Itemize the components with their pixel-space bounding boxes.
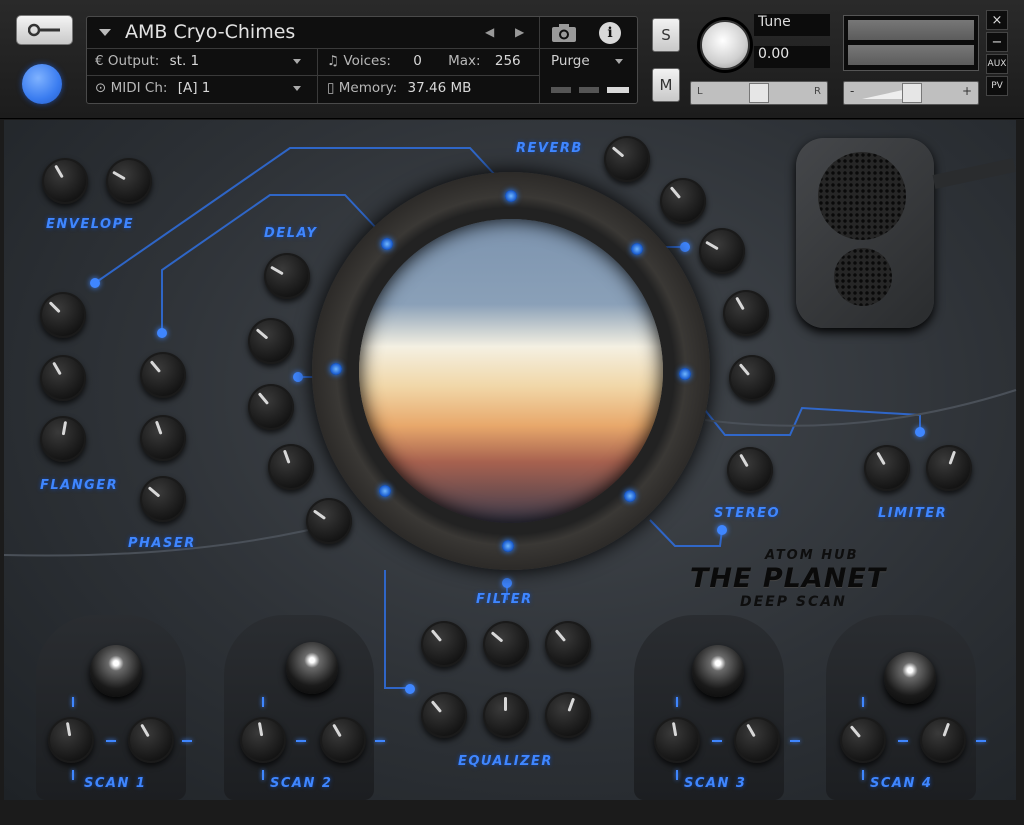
porthole-rivet	[679, 368, 691, 380]
connector-dot	[717, 525, 727, 535]
scan-tick	[72, 770, 74, 780]
limiter-knob-1[interactable]	[864, 445, 910, 491]
porthole-display	[312, 172, 710, 570]
connector-dot	[680, 242, 690, 252]
scan4-label: SCAN 4	[870, 776, 933, 791]
scan4-knob-a[interactable]	[840, 717, 886, 763]
stereo-label: STEREO	[714, 506, 781, 521]
logo-brand: ATOM HUB	[765, 548, 859, 563]
scan-tick	[182, 740, 192, 742]
delay-knob-3[interactable]	[248, 384, 294, 430]
scan-tick	[262, 697, 264, 707]
flanger-knob-3[interactable]	[40, 416, 86, 462]
scan-tick	[898, 740, 908, 742]
scan1-main-knob[interactable]	[90, 645, 142, 697]
filter-label: FILTER	[476, 592, 533, 607]
limiter-label: LIMITER	[878, 506, 948, 521]
phaser-knob-3[interactable]	[140, 476, 186, 522]
scan1-bay	[36, 615, 186, 800]
speaker-upper-grill	[818, 152, 906, 240]
scan2-knob-a[interactable]	[240, 717, 286, 763]
scan-tick	[976, 740, 986, 742]
scan-tick	[862, 770, 864, 780]
connector-dot	[90, 278, 100, 288]
scan-tick	[862, 697, 864, 707]
flanger-knob-1[interactable]	[40, 292, 86, 338]
scan1-knob-a[interactable]	[48, 717, 94, 763]
scan4-knob-b[interactable]	[920, 717, 966, 763]
connector-dot	[915, 427, 925, 437]
scan3-bay	[634, 615, 784, 800]
delay-knob-5[interactable]	[306, 498, 352, 544]
scan-tick	[676, 697, 678, 707]
scan-tick	[712, 740, 722, 742]
reverb-label: REVERB	[516, 141, 583, 156]
eq-knob-5[interactable]	[483, 692, 529, 738]
speaker-lower-grill	[834, 248, 892, 306]
scan3-label: SCAN 3	[684, 776, 747, 791]
reverb-knob-5[interactable]	[729, 355, 775, 401]
delay-knob-4[interactable]	[268, 444, 314, 490]
porthole-rivet	[631, 243, 643, 255]
delay-label: DELAY	[264, 226, 318, 241]
connector-dot	[157, 328, 167, 338]
scan4-bay	[826, 615, 976, 800]
scan2-main-knob[interactable]	[286, 642, 338, 694]
reverb-knob-4[interactable]	[723, 290, 769, 336]
eq-knob-1[interactable]	[421, 621, 467, 667]
porthole-rivet	[505, 190, 517, 202]
connector-dot	[502, 578, 512, 588]
scan-tick	[375, 740, 385, 742]
connector-dot	[405, 684, 415, 694]
logo-subtitle: DEEP SCAN	[740, 594, 847, 610]
scan2-bay	[224, 615, 374, 800]
scan2-label: SCAN 2	[270, 776, 333, 791]
envelope-attack-knob[interactable]	[42, 158, 88, 204]
phaser-label: PHASER	[128, 536, 196, 551]
porthole-rivet	[381, 238, 393, 250]
eq-knob-6[interactable]	[545, 692, 591, 738]
porthole-rivet	[502, 540, 514, 552]
scan1-label: SCAN 1	[84, 776, 147, 791]
delay-knob-1[interactable]	[264, 253, 310, 299]
logo-title: THE PLANET	[690, 563, 887, 594]
connector-dot	[293, 372, 303, 382]
phaser-knob-2[interactable]	[140, 415, 186, 461]
scan3-main-knob[interactable]	[692, 645, 744, 697]
speaker-grille	[796, 138, 934, 328]
scan-tick	[296, 740, 306, 742]
eq-knob-3[interactable]	[545, 621, 591, 667]
envelope-release-knob[interactable]	[106, 158, 152, 204]
porthole-rivet	[624, 490, 636, 502]
reverb-knob-2[interactable]	[660, 178, 706, 224]
stereo-knob[interactable]	[727, 447, 773, 493]
porthole-rivet	[330, 363, 342, 375]
porthole-rivet	[379, 485, 391, 497]
phaser-knob-1[interactable]	[140, 352, 186, 398]
scan-tick	[106, 740, 116, 742]
reverb-knob-1[interactable]	[604, 136, 650, 182]
eq-knob-2[interactable]	[483, 621, 529, 667]
limiter-knob-2[interactable]	[926, 445, 972, 491]
scan-tick	[72, 697, 74, 707]
scan-tick	[262, 770, 264, 780]
scan1-knob-b[interactable]	[128, 717, 174, 763]
flanger-knob-2[interactable]	[40, 355, 86, 401]
eq-knob-4[interactable]	[421, 692, 467, 738]
scan4-main-knob[interactable]	[884, 652, 936, 704]
flanger-label: FLANGER	[40, 478, 119, 493]
scan3-knob-b[interactable]	[734, 717, 780, 763]
reverb-knob-3[interactable]	[699, 228, 745, 274]
envelope-label: ENVELOPE	[46, 217, 134, 232]
delay-knob-2[interactable]	[248, 318, 294, 364]
scan3-knob-a[interactable]	[654, 717, 700, 763]
scan2-knob-b[interactable]	[320, 717, 366, 763]
footer-bar	[0, 800, 1024, 825]
scan-tick	[790, 740, 800, 742]
planet-image	[359, 219, 663, 523]
equalizer-label: EQUALIZER	[458, 754, 553, 769]
scan-tick	[676, 770, 678, 780]
